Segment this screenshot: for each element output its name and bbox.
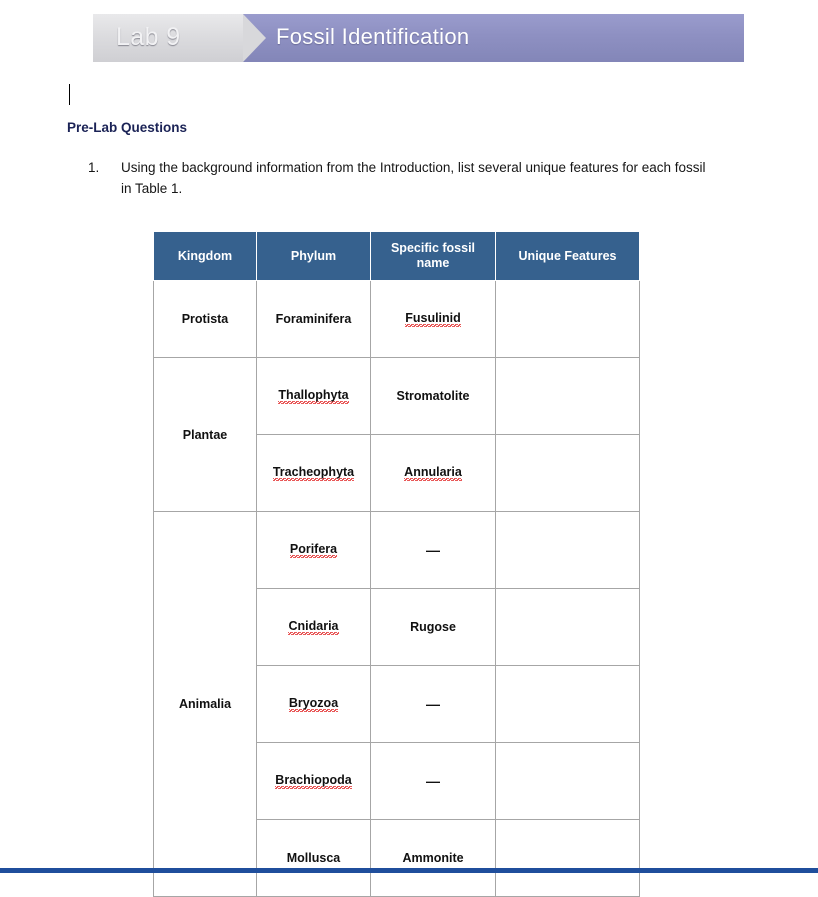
cell-phylum[interactable]: Cnidaria (256, 588, 371, 666)
cell-unique-features[interactable] (495, 588, 640, 666)
cell-phylum-text: Tracheophyta (272, 465, 355, 481)
cell-unique-features[interactable] (495, 819, 640, 897)
cell-fossil-name-text: Ammonite (402, 851, 464, 865)
banner-lab-label: Lab 9 (116, 23, 181, 51)
cell-fossil-name[interactable]: — (370, 665, 496, 743)
column-header-specific-fossil-name: Specific fossil name (370, 231, 496, 281)
cell-fossil-name-text: — (426, 542, 440, 558)
cell-kingdom[interactable]: Protista (153, 280, 257, 358)
column-header-unique-features: Unique Features (495, 231, 640, 281)
cell-fossil-name-text: Fusulinid (405, 311, 461, 327)
page-title: Pre-Lab Questions (67, 120, 188, 135)
cell-phylum-text: Bryozoa (288, 696, 339, 712)
table-body: Protista Foraminifera Fusulinid Plantae Tha… (153, 280, 640, 897)
column-header-kingdom: Kingdom (153, 231, 257, 281)
cell-fossil-name-text: Annularia (404, 465, 462, 481)
cell-phylum[interactable]: Bryozoa (256, 665, 371, 743)
cell-unique-features[interactable] (495, 665, 640, 743)
cell-fossil-name[interactable]: Ammonite (370, 819, 496, 897)
question-number: 1. (88, 160, 100, 175)
cell-fossil-name[interactable]: Stromatolite (370, 357, 496, 435)
cell-phylum-text: Porifera (289, 542, 338, 558)
cell-phylum-text: Brachiopoda (275, 773, 352, 789)
cell-phylum[interactable]: Mollusca (256, 819, 371, 897)
cell-fossil-name[interactable]: — (370, 742, 496, 820)
cell-phylum[interactable]: Thallophyta (256, 357, 371, 435)
cell-kingdom[interactable]: Animalia (153, 511, 257, 897)
lab-banner: Lab 9 Fossil Identification (93, 14, 744, 62)
table-row: Animalia Porifera — (153, 511, 640, 897)
cell-unique-features[interactable] (495, 511, 640, 589)
prelab-question-1: 1. Using the background information from… (88, 157, 708, 199)
column-header-phylum: Phylum (256, 231, 371, 281)
cell-fossil-name[interactable]: Rugose (370, 588, 496, 666)
cell-phylum-text: Mollusca (286, 851, 341, 865)
cell-unique-features[interactable] (495, 357, 640, 435)
cell-fossil-name[interactable]: — (370, 511, 496, 589)
cell-phylum[interactable]: Brachiopoda (256, 742, 371, 820)
cell-fossil-name-text: Rugose (410, 620, 456, 634)
fossil-identification-table: Kingdom Phylum Specific fossil name Uniq… (153, 231, 640, 897)
cell-unique-features[interactable] (495, 434, 640, 512)
cell-phylum[interactable]: Porifera (256, 511, 371, 589)
table-row: Protista Foraminifera Fusulinid (153, 280, 640, 358)
cell-fossil-name-text: Stromatolite (396, 389, 470, 403)
cell-unique-features[interactable] (495, 742, 640, 820)
table-header-row: Kingdom Phylum Specific fossil name Uniq… (153, 231, 640, 281)
cell-fossil-name-text: — (426, 696, 440, 712)
cell-phylum[interactable]: Tracheophyta (256, 434, 371, 512)
banner-title: Fossil Identification (276, 24, 470, 49)
table-row: Plantae Thallophyta Stromatolite (153, 357, 640, 512)
cell-fossil-name-text: — (426, 773, 440, 789)
cell-kingdom[interactable]: Plantae (153, 357, 257, 512)
cell-unique-features[interactable] (495, 280, 640, 358)
table-header: Kingdom Phylum Specific fossil name Uniq… (153, 231, 640, 281)
question-text: Using the background information from th… (121, 160, 706, 196)
cell-fossil-name[interactable]: Annularia (370, 434, 496, 512)
cell-phylum-text: Thallophyta (278, 388, 349, 404)
text-cursor (69, 84, 70, 105)
cell-phylum-text: Foraminifera (275, 312, 352, 326)
bottom-status-strip (0, 868, 818, 873)
cell-fossil-name[interactable]: Fusulinid (370, 280, 496, 358)
cell-phylum[interactable]: Foraminifera (256, 280, 371, 358)
banner-grey-chevron-point (243, 14, 266, 62)
cell-phylum-text: Cnidaria (288, 619, 339, 635)
